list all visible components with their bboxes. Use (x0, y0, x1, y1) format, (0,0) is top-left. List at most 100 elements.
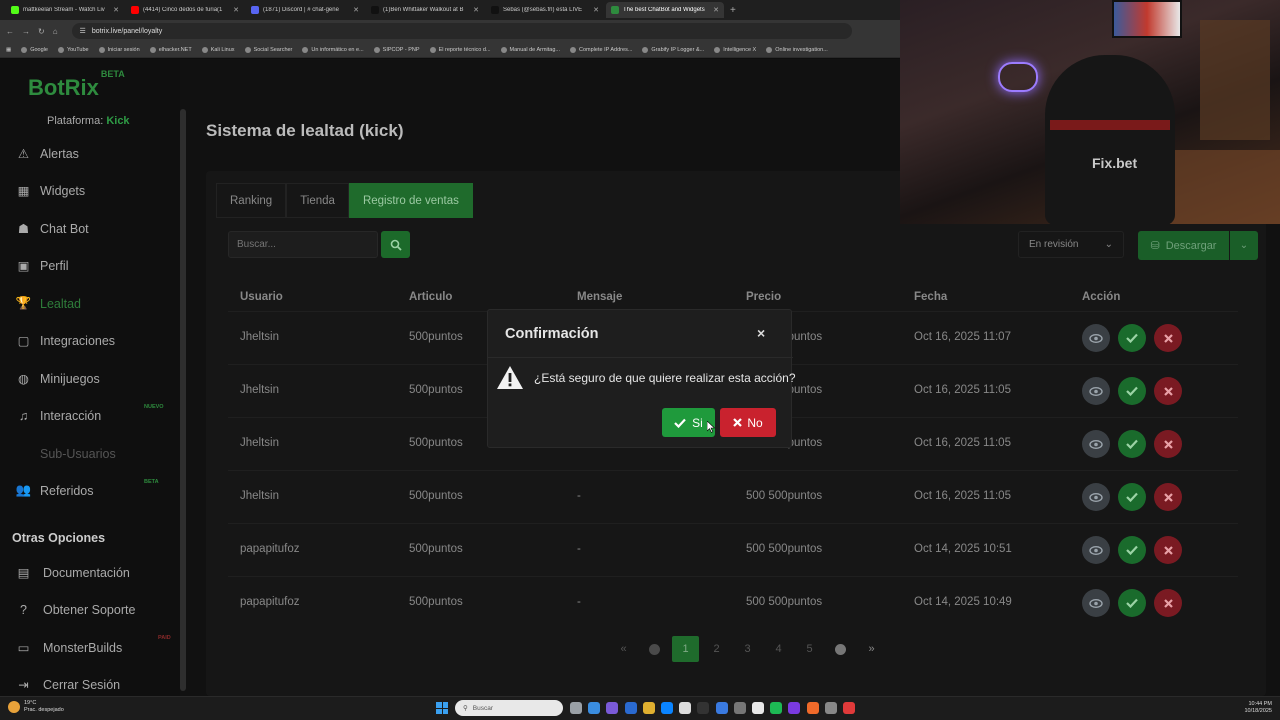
sidebar-item-alertas[interactable]: ⚠ Alertas (16, 146, 79, 162)
view-button[interactable] (1082, 430, 1110, 458)
browser-tab[interactable]: The best ChatBot and Widgets ✕ (606, 2, 724, 18)
sidebar-item-interaccin[interactable]: ♫ Interacción (16, 408, 101, 423)
app-icon[interactable] (788, 702, 801, 714)
site-info-icon[interactable]: ☰ (80, 27, 86, 35)
pagination-page[interactable]: 2 (701, 636, 732, 662)
back-icon[interactable]: ← (6, 27, 14, 36)
forward-icon[interactable]: → (22, 27, 30, 36)
download-options-button[interactable]: ⌄ (1230, 231, 1258, 260)
confirm-no-button[interactable]: No (720, 408, 776, 437)
approve-button[interactable] (1118, 377, 1146, 405)
status-filter-select[interactable]: En revisión ⌄ (1018, 231, 1124, 258)
reject-button[interactable] (1154, 377, 1182, 405)
search-button[interactable] (381, 231, 410, 258)
edge-browser-icon[interactable] (661, 702, 673, 714)
sidebar-other-documentacin[interactable]: ▤ Documentación (16, 565, 130, 581)
reject-button[interactable] (1154, 324, 1182, 352)
opera-icon[interactable] (843, 702, 855, 714)
sidebar-item-subusuarios[interactable]: Sub-Usuarios (16, 446, 116, 461)
xbox-icon[interactable] (770, 702, 783, 714)
weather-widget[interactable]: 19°C Prac. despejado (8, 700, 64, 714)
bookmark-item[interactable]: Intelligence X (714, 46, 756, 53)
sidebar-item-perfil[interactable]: ▣ Perfil (16, 258, 69, 274)
bookmark-item[interactable]: Social Searcher (244, 46, 292, 53)
address-bar[interactable]: ☰ botrix.live/panel/loyalty (71, 23, 852, 39)
bookmark-item[interactable]: Un informático en e... (302, 46, 364, 53)
new-tab-button[interactable]: + (726, 5, 740, 16)
search-input[interactable] (228, 231, 378, 258)
view-button[interactable] (1082, 536, 1110, 564)
file-explorer-icon[interactable] (642, 702, 655, 714)
windows-start-icon[interactable] (436, 702, 448, 714)
tab-close-icon[interactable]: ✕ (593, 6, 599, 14)
bookmark-item[interactable]: Google (21, 46, 48, 53)
reject-button[interactable] (1154, 430, 1182, 458)
bookmark-item[interactable]: Kali Linux (201, 46, 235, 53)
view-button[interactable] (1082, 324, 1110, 352)
reject-button[interactable] (1154, 483, 1182, 511)
steam-icon[interactable] (697, 702, 710, 714)
tab-close-icon[interactable]: ✕ (113, 6, 119, 14)
store-icon[interactable] (679, 702, 692, 714)
browser-tab[interactable]: Sebas (@sebas.frl) está LIVE ✕ (486, 2, 604, 18)
teams-icon[interactable] (606, 702, 619, 714)
browser-tab[interactable]: (1)Ben Whittaker Walkout at B ✕ (366, 2, 484, 18)
bookmark-item[interactable]: Manual de Armitag... (500, 46, 560, 53)
pagination-page[interactable]: 3 (732, 636, 763, 662)
tab-close-icon[interactable]: ✕ (473, 6, 479, 14)
tab-registro-de-ventas[interactable]: Registro de ventas (348, 183, 473, 218)
browser-tab[interactable]: mattkeelan Stream - Watch Liv ✕ (6, 2, 124, 18)
sidebar-item-lealtad[interactable]: 🏆 Lealtad (16, 296, 81, 311)
home-icon[interactable]: ⌂ (53, 27, 58, 36)
apps-grid-icon[interactable]: ▦ (6, 47, 11, 53)
bookmark-item[interactable]: elhacker.NET (149, 46, 192, 53)
sidebar-item-chatbot[interactable]: ☗ Chat Bot (16, 221, 89, 237)
approve-button[interactable] (1118, 430, 1146, 458)
bookmark-item[interactable]: YouTube (57, 46, 89, 53)
reject-button[interactable] (1154, 589, 1182, 617)
terminal-icon[interactable] (733, 702, 746, 714)
botrix-logo[interactable]: BotRixBETA (28, 69, 125, 101)
pagination-first[interactable]: « (608, 636, 639, 662)
sidebar-other-obtenersoporte[interactable]: ? Obtener Soporte (16, 602, 135, 617)
view-button[interactable] (1082, 377, 1110, 405)
bookmark-item[interactable]: Online investigation... (766, 46, 828, 53)
sidebar-other-monsterbuilds[interactable]: ▭ MonsterBuilds (16, 640, 123, 656)
sidebar-other-cerrarsesin[interactable]: ⇥ Cerrar Sesión (16, 677, 120, 693)
copilot-icon[interactable] (588, 702, 601, 714)
visual-studio-icon[interactable] (715, 702, 728, 714)
browser-tab[interactable]: (1871) Discord | # chat-gene ✕ (246, 2, 364, 18)
approve-button[interactable] (1118, 324, 1146, 352)
chrome-icon[interactable] (752, 702, 764, 714)
firefox-icon[interactable] (806, 702, 819, 714)
taskbar-search[interactable]: ⚲ Buscar (455, 700, 563, 716)
pagination-last[interactable]: » (856, 636, 887, 662)
tab-tienda[interactable]: Tienda (286, 183, 349, 218)
approve-button[interactable] (1118, 536, 1146, 564)
pagination-next[interactable] (825, 636, 856, 662)
view-button[interactable] (1082, 589, 1110, 617)
pagination-page[interactable]: 4 (763, 636, 794, 662)
pagination-page[interactable]: 1 (672, 636, 699, 662)
sidebar-item-minijuegos[interactable]: ◍ Minijuegos (16, 371, 100, 387)
browser-tab[interactable]: (4414) Cinco dedos de furia(1 ✕ (126, 2, 244, 18)
sidebar-item-widgets[interactable]: ▦ Widgets (16, 183, 86, 199)
modal-close-button[interactable]: × (757, 325, 765, 341)
reject-button[interactable] (1154, 536, 1182, 564)
bookmark-item[interactable]: Complete IP Addres... (570, 46, 632, 53)
sidebar-item-integraciones[interactable]: ▢ Integraciones (16, 333, 115, 349)
taskbar-clock[interactable]: 10:44 PM 10/18/2025 (1236, 701, 1272, 715)
approve-button[interactable] (1118, 483, 1146, 511)
sidebar-item-referidos[interactable]: 👥 Referidos (16, 483, 94, 498)
reload-icon[interactable]: ↻ (38, 27, 45, 36)
tab-close-icon[interactable]: ✕ (353, 6, 359, 14)
bookmark-item[interactable]: Iniciar sesión (98, 46, 140, 53)
bookmark-item[interactable]: El reporte técnico d... (429, 46, 491, 53)
tab-close-icon[interactable]: ✕ (713, 6, 719, 14)
pagination-prev[interactable] (639, 636, 670, 662)
download-button[interactable]: ⛁ Descargar (1138, 231, 1229, 260)
pagination-page[interactable]: 5 (794, 636, 825, 662)
tab-ranking[interactable]: Ranking (216, 183, 287, 218)
task-view-icon[interactable] (570, 702, 582, 714)
edge-icon[interactable] (624, 702, 637, 714)
